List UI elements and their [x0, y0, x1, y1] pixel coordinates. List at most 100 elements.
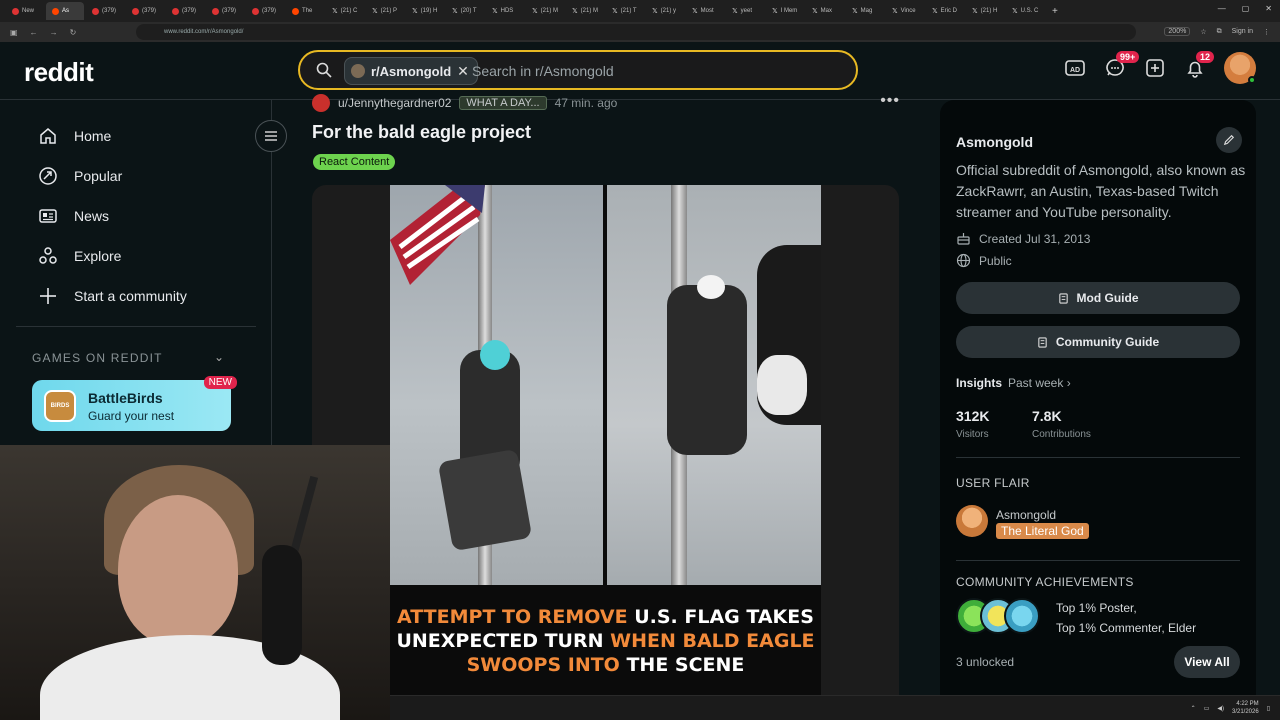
new-tab-icon[interactable]: + [1052, 6, 1058, 17]
browser-tab[interactable]: 𝕏 Most [686, 2, 724, 20]
caption-highlight: ATTEMPT TO REMOVE [397, 606, 628, 628]
search-input[interactable] [472, 60, 832, 82]
tray-chevron-icon[interactable]: ⌃ [1191, 705, 1196, 712]
achievement-text: Top 1% Commenter, Elder [1056, 621, 1197, 635]
youtube-icon [132, 7, 139, 15]
forward-icon[interactable]: → [50, 28, 58, 37]
browser-tab[interactable]: 𝕏 (20) T [446, 2, 484, 20]
games-section-heading[interactable]: GAMES ON REDDIT [32, 351, 228, 365]
browser-tab[interactable]: 𝕏I Mem [766, 2, 804, 20]
extensions-icon[interactable]: ⧉ [1217, 28, 1222, 36]
browser-tab[interactable]: 𝕏 U.S. C [1006, 2, 1044, 20]
browser-tab[interactable]: 𝕏 (21) C [326, 2, 364, 20]
achievement-badge-icon [1004, 598, 1040, 634]
browser-tab-label: (379) [102, 8, 117, 14]
post-media[interactable]: ATTEMPT TO REMOVE U.S. FLAG TAKES UNEXPE… [312, 185, 899, 720]
window-controls: — ▢ ✕ [1218, 4, 1272, 13]
browser-tab[interactable]: 𝕏 HDS [486, 2, 524, 20]
collapse-sidebar-button[interactable] [255, 120, 287, 152]
streamer-face [118, 495, 238, 645]
user-avatar[interactable] [1224, 52, 1256, 84]
subreddit-search-chip[interactable]: r/Asmongold ✕ [344, 57, 478, 85]
url-bar[interactable]: www.reddit.com/r/Asmongold/ [136, 24, 1136, 40]
sidebar-item-popular[interactable]: Popular [38, 166, 122, 186]
browser-tab[interactable]: 𝕏 (21) y [646, 2, 684, 20]
achievements-unlocked: 3 unlocked [956, 655, 1015, 669]
minimize-icon[interactable]: — [1218, 4, 1226, 13]
battlebirds-game-card[interactable]: BIRDS BattleBirds Guard your nest NEW [32, 376, 237, 431]
browser-tab[interactable]: (379) [206, 2, 244, 20]
browser-tab[interactable]: 𝕏 (21) P [366, 2, 404, 20]
reload-icon[interactable]: ↻ [70, 28, 77, 37]
close-icon[interactable]: ✕ [457, 63, 469, 80]
browser-tab[interactable]: 𝕏yeet [726, 2, 764, 20]
mod-guide-button[interactable]: Mod Guide [956, 282, 1240, 314]
achievement-badges[interactable] [956, 598, 1040, 634]
clock[interactable]: 4:22 PM 3/21/2026 [1232, 700, 1259, 716]
view-all-button[interactable]: View All [1174, 646, 1240, 678]
back-icon[interactable]: ← [30, 28, 38, 37]
notification-bell-icon[interactable]: 12 [1184, 51, 1215, 79]
author-flair: WHAT A DAY... [459, 96, 547, 110]
browser-tab[interactable]: (379) [246, 2, 284, 20]
close-window-icon[interactable]: ✕ [1265, 4, 1272, 13]
community-name[interactable]: Asmongold [956, 134, 1033, 150]
maximize-icon[interactable]: ▢ [1242, 4, 1250, 13]
more-options-icon[interactable]: ••• [880, 92, 900, 110]
create-post-icon[interactable] [1144, 57, 1166, 79]
flair-tag[interactable]: The Literal God [996, 523, 1089, 539]
community-guide-button[interactable]: Community Guide [956, 326, 1240, 358]
advertise-icon[interactable]: AD [1064, 57, 1086, 79]
x-icon: 𝕏 [692, 7, 698, 15]
sidebar-toggle-icon[interactable]: ▣ [10, 28, 18, 37]
chevron-down-icon[interactable]: ⌄ [214, 350, 224, 364]
sidebar-item-explore[interactable]: Explore [38, 246, 121, 266]
browser-tab[interactable]: 𝕏 (21) M [566, 2, 604, 20]
browser-tab[interactable]: 𝕏 (21) M [526, 2, 564, 20]
browser-tab-label: (379) [222, 8, 237, 14]
insights-period-selector[interactable]: Past week › [1008, 376, 1071, 390]
browser-tab[interactable]: The [286, 2, 324, 20]
x-icon: 𝕏 [412, 7, 418, 15]
network-icon[interactable]: ▭ [1204, 705, 1210, 712]
post-flair[interactable]: React Content [313, 154, 396, 170]
browser-tab[interactable]: (379) [166, 2, 204, 20]
clock-date: 3/21/2026 [1231, 709, 1259, 715]
sign-in-button[interactable]: Sign in [1232, 28, 1253, 35]
post-meta: u/Jennythegardner02 WHAT A DAY... 47 min… [312, 94, 617, 112]
sidebar-item-news[interactable]: News [38, 206, 109, 226]
sidebar-item-start-community[interactable]: Start a community [38, 286, 187, 306]
search-bar[interactable]: r/Asmongold ✕ [298, 50, 858, 90]
browser-tab[interactable]: 𝕏 (21) T [606, 2, 644, 20]
browser-tab[interactable]: 𝕏 Max [806, 2, 844, 20]
browser-tab[interactable]: As [46, 2, 84, 20]
browser-tab[interactable]: 𝕏 (19) H [406, 2, 444, 20]
caption-text: THE SCENE [619, 654, 745, 676]
webcam-overlay [0, 445, 390, 720]
browser-tab[interactable]: 𝕏 Mag [846, 2, 884, 20]
menu-icon[interactable]: ⋮ [1263, 28, 1270, 36]
chat-badge: 99+ [1116, 51, 1140, 63]
browser-tab[interactable]: 𝕏 Eric D [926, 2, 964, 20]
edit-community-button[interactable] [1216, 127, 1242, 153]
contributions-count: 7.8K [1032, 408, 1062, 424]
browser-tab[interactable]: (379) [126, 2, 164, 20]
sidebar-item-home[interactable]: Home [38, 126, 111, 146]
browser-tab[interactable]: (379) [86, 2, 124, 20]
post-author[interactable]: u/Jennythegardner02 [338, 96, 451, 110]
notification-center-icon[interactable]: ▯ [1267, 705, 1270, 712]
post-title[interactable]: For the bald eagle project [312, 122, 531, 143]
bookmark-star-icon[interactable]: ☆ [1200, 28, 1206, 36]
browser-tab[interactable]: New [6, 2, 44, 20]
author-avatar[interactable] [312, 94, 330, 112]
reddit-header: reddit r/Asmongold ✕ AD 99+ 12 [0, 42, 1280, 100]
video-frame[interactable]: ATTEMPT TO REMOVE U.S. FLAG TAKES UNEXPE… [390, 185, 821, 720]
reddit-logo[interactable]: reddit [24, 57, 94, 88]
zoom-level[interactable]: 200% [1164, 27, 1191, 36]
volume-icon[interactable]: ◀) [1217, 705, 1224, 712]
browser-tab[interactable]: 𝕏 (21) H [966, 2, 1004, 20]
reddit-icon [52, 7, 59, 15]
chat-icon[interactable]: 99+ [1104, 51, 1140, 79]
browser-tab-label: (379) [182, 8, 197, 14]
browser-tab[interactable]: 𝕏 Vince [886, 2, 924, 20]
